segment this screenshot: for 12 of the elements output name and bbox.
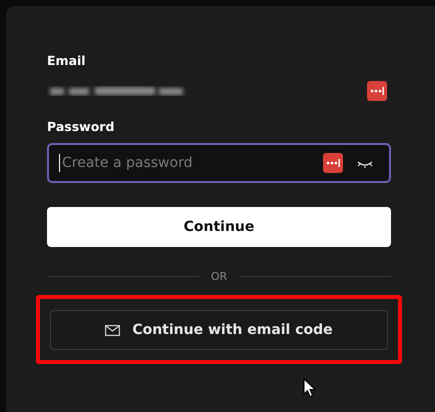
field-label: Email [47,53,87,68]
envelope-icon [105,324,120,336]
password-manager-icon[interactable] [367,81,387,101]
field-label: Password [47,119,116,134]
mouse-cursor-icon [303,378,317,398]
password-manager-icon[interactable] [323,153,343,173]
continue-button[interactable]: Continue [47,207,391,247]
eye-closed-icon[interactable] [357,160,373,168]
email-code-button[interactable]: Continue with email code [50,310,388,350]
password-input[interactable]: Create a password [59,154,309,172]
password-field[interactable]: Create a password [47,143,391,183]
divider-text: OR [210,270,228,283]
